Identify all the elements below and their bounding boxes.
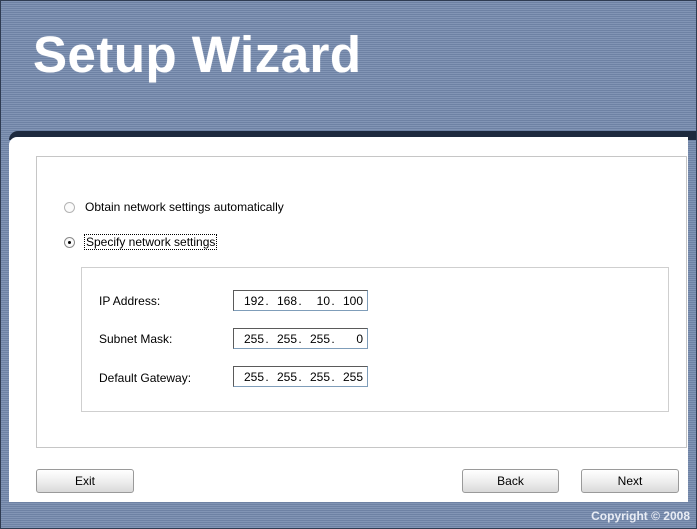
radio-label-specify[interactable]: Specify network settings [83, 234, 218, 250]
ip-address-input[interactable]: 192 . 168 . 10 . 100 [233, 290, 368, 311]
subnet-octet-4[interactable]: 0 [336, 332, 363, 346]
ip-address-label: IP Address: [99, 294, 161, 308]
exit-button[interactable]: Exit [36, 469, 134, 493]
gateway-octet-3[interactable]: 255 [303, 370, 330, 384]
ip-octet-4[interactable]: 100 [336, 294, 363, 308]
next-button[interactable]: Next [581, 469, 679, 493]
default-gateway-input[interactable]: 255 . 255 . 255 . 255 [233, 366, 368, 387]
subnet-octet-1[interactable]: 255 [234, 332, 264, 346]
radio-obtain-automatically[interactable]: Obtain network settings automatically [64, 199, 284, 215]
wizard-title: Setup Wizard [33, 26, 362, 83]
subnet-octet-2[interactable]: 255 [270, 332, 297, 346]
subnet-octet-3[interactable]: 255 [303, 332, 330, 346]
gateway-octet-4[interactable]: 255 [336, 370, 363, 384]
gateway-octet-1[interactable]: 255 [234, 370, 264, 384]
back-button[interactable]: Back [462, 469, 559, 493]
radio-button-unchecked[interactable] [64, 201, 75, 213]
subnet-mask-label: Subnet Mask: [99, 332, 173, 346]
setup-wizard-window: Setup Wizard Obtain network settings aut… [0, 0, 697, 529]
gateway-octet-2[interactable]: 255 [270, 370, 297, 384]
ip-octet-3[interactable]: 10 [303, 294, 330, 308]
ip-octet-1[interactable]: 192 [234, 294, 264, 308]
subnet-mask-input[interactable]: 255 . 255 . 255 . 0 [233, 328, 368, 349]
radio-label-automatic[interactable]: Obtain network settings automatically [85, 200, 284, 214]
copyright-text: Copyright © 2008 [591, 509, 690, 523]
ip-octet-2[interactable]: 168 [270, 294, 297, 308]
radio-specify-settings[interactable]: Specify network settings [64, 234, 218, 250]
radio-button-checked[interactable] [64, 236, 75, 248]
default-gateway-label: Default Gateway: [99, 371, 192, 385]
